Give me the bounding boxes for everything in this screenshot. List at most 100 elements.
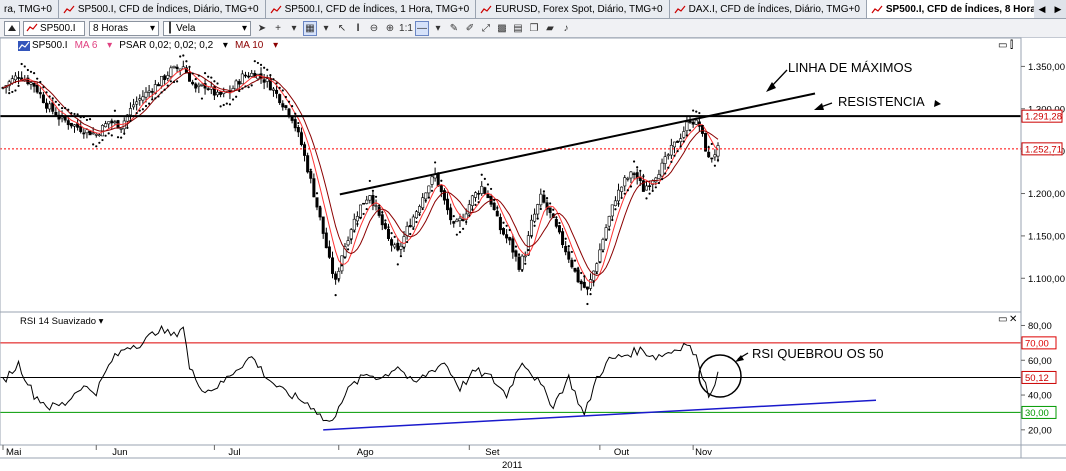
psar-dot	[294, 112, 297, 115]
month-tick-label: Set	[485, 447, 500, 458]
candle-body	[209, 86, 213, 90]
psar-dot	[200, 97, 204, 100]
candle-body	[156, 84, 160, 87]
chart-settings-icon[interactable]: ▩	[495, 21, 509, 36]
arrow-head-icon	[934, 100, 941, 107]
cursor-icon[interactable]: ➤	[255, 21, 269, 36]
psar-dot	[496, 206, 499, 209]
candle-body	[654, 177, 658, 183]
month-tick-label: Out	[614, 447, 630, 458]
pointer-icon[interactable]: ↖	[335, 21, 349, 36]
chart-area[interactable]: 1.350,00 1.300,00 1.250,00 1.200,00 1.150,00…	[0, 0, 1066, 471]
candle-body	[228, 90, 232, 94]
candle-body	[141, 96, 145, 101]
psar-dot	[79, 116, 82, 119]
candle-body	[349, 229, 353, 240]
psar-dot	[325, 234, 328, 237]
candle-body	[396, 242, 400, 251]
psar-dot	[278, 86, 281, 89]
candle-body	[281, 103, 285, 108]
psar-dot	[54, 100, 57, 103]
psar-dot	[636, 166, 639, 169]
legend-ma10[interactable]: MA 10 ▾	[235, 40, 278, 51]
legend-psar-label: PSAR 0,02; 0,02; 0,2	[119, 40, 214, 51]
candle-body	[682, 131, 686, 138]
template-icon[interactable]: ▤	[511, 21, 525, 36]
zoom-out-icon[interactable]: ⊖	[367, 21, 381, 36]
psar-dot	[88, 118, 92, 121]
candle-body	[250, 73, 254, 77]
panel-maximize-icon[interactable]: ▭	[998, 314, 1007, 325]
psar-dot	[434, 161, 437, 164]
candle-body	[172, 65, 176, 68]
candle-body	[411, 216, 415, 228]
psar-dot	[542, 190, 546, 193]
psar-dot	[356, 222, 359, 226]
rsi-panel-label[interactable]: RSI 14 Suavizado ▾	[20, 316, 103, 327]
psar-dot	[508, 228, 511, 232]
psar-dot	[468, 214, 471, 217]
copy-icon[interactable]: ❐	[527, 21, 541, 36]
psar-dot	[151, 98, 154, 101]
candle-body	[617, 189, 621, 202]
candle-body	[82, 132, 86, 135]
last-price-value-box	[1021, 142, 1063, 156]
crosshair-icon[interactable]: +	[271, 21, 285, 36]
symbol-input[interactable]: SP500.I	[23, 20, 85, 36]
legend-ma6[interactable]: MA 6 ▾	[75, 40, 113, 51]
text-tool-icon[interactable]: 𝐈	[351, 21, 365, 36]
bell-icon[interactable]: ♪	[559, 21, 573, 36]
psar-dot	[415, 220, 418, 224]
maximize-icon[interactable]: ▭	[998, 40, 1007, 51]
price-tick-label: 1.250,00	[1028, 147, 1065, 158]
psar-dot	[396, 263, 399, 266]
grid-icon[interactable]: ▦	[303, 20, 317, 36]
symbol-toggle-button[interactable]	[4, 20, 20, 36]
candle-body	[452, 221, 456, 224]
tab-bar: ra, TMG+0 SP500.I, CFD de Índices, Diári…	[0, 0, 1066, 19]
candle-body	[178, 68, 182, 71]
candle-body	[424, 192, 428, 200]
resistance-value-box	[1021, 109, 1063, 123]
line-tool-icon[interactable]: —	[415, 20, 429, 36]
psar-dot	[45, 91, 48, 94]
candle-body	[128, 108, 132, 116]
legend-psar[interactable]: PSAR 0,02; 0,02; 0,2 ▾	[119, 40, 228, 51]
candle-body	[374, 205, 378, 207]
candle-body	[119, 128, 123, 130]
tab-4[interactable]: DAX.I, CFD de Índices, Diário, TMG+0	[669, 0, 867, 18]
psar-dot	[300, 131, 303, 134]
brush-icon[interactable]: ✐	[463, 21, 477, 36]
candle-body	[153, 84, 157, 94]
zoom-in-icon[interactable]: ⊕	[383, 21, 397, 36]
tab-3[interactable]: EURUSD, Forex Spot, Diário, TMG+0	[476, 0, 670, 18]
candle-body	[573, 267, 577, 272]
grid-menu-icon[interactable]: ▾	[319, 21, 333, 36]
candle-body	[135, 101, 139, 105]
pencil-icon[interactable]: ✎	[447, 21, 461, 36]
tab-scroll-left-icon[interactable]: ◀	[1039, 4, 1046, 15]
zoom-reset-button[interactable]: 1:1	[399, 21, 413, 36]
psar-dot	[580, 271, 583, 275]
psar-dot	[312, 179, 315, 183]
timeframe-select[interactable]: 8 Horas ▾	[89, 20, 159, 36]
psar-dot	[309, 168, 312, 171]
tab-0[interactable]: ra, TMG+0	[0, 0, 59, 18]
rsi-trendline	[323, 399, 877, 431]
candle-body	[461, 218, 465, 221]
tab-1[interactable]: SP500.I, CFD de Índices, Diário, TMG+0	[58, 0, 266, 18]
expand-icon[interactable]: ⤢	[479, 21, 493, 36]
tab-scroll-right-icon[interactable]: ▶	[1055, 4, 1062, 15]
psar-dot	[474, 203, 477, 206]
panel-close-icon[interactable]: ✕	[1009, 314, 1017, 325]
chart-type-select[interactable]: ┃ Vela ▾	[163, 20, 251, 36]
psar-dot	[29, 70, 33, 73]
candle-body	[508, 237, 512, 241]
psar-dot	[592, 280, 595, 283]
alert-icon[interactable]: ▰	[543, 21, 557, 36]
candle-body	[595, 263, 599, 272]
tab-2[interactable]: SP500.I, CFD de Índices, 1 Hora, TMG+0	[265, 0, 477, 18]
crosshair-menu-icon[interactable]: ▾	[287, 21, 301, 36]
candle-body	[268, 79, 272, 91]
line-menu-icon[interactable]: ▾	[431, 21, 445, 36]
